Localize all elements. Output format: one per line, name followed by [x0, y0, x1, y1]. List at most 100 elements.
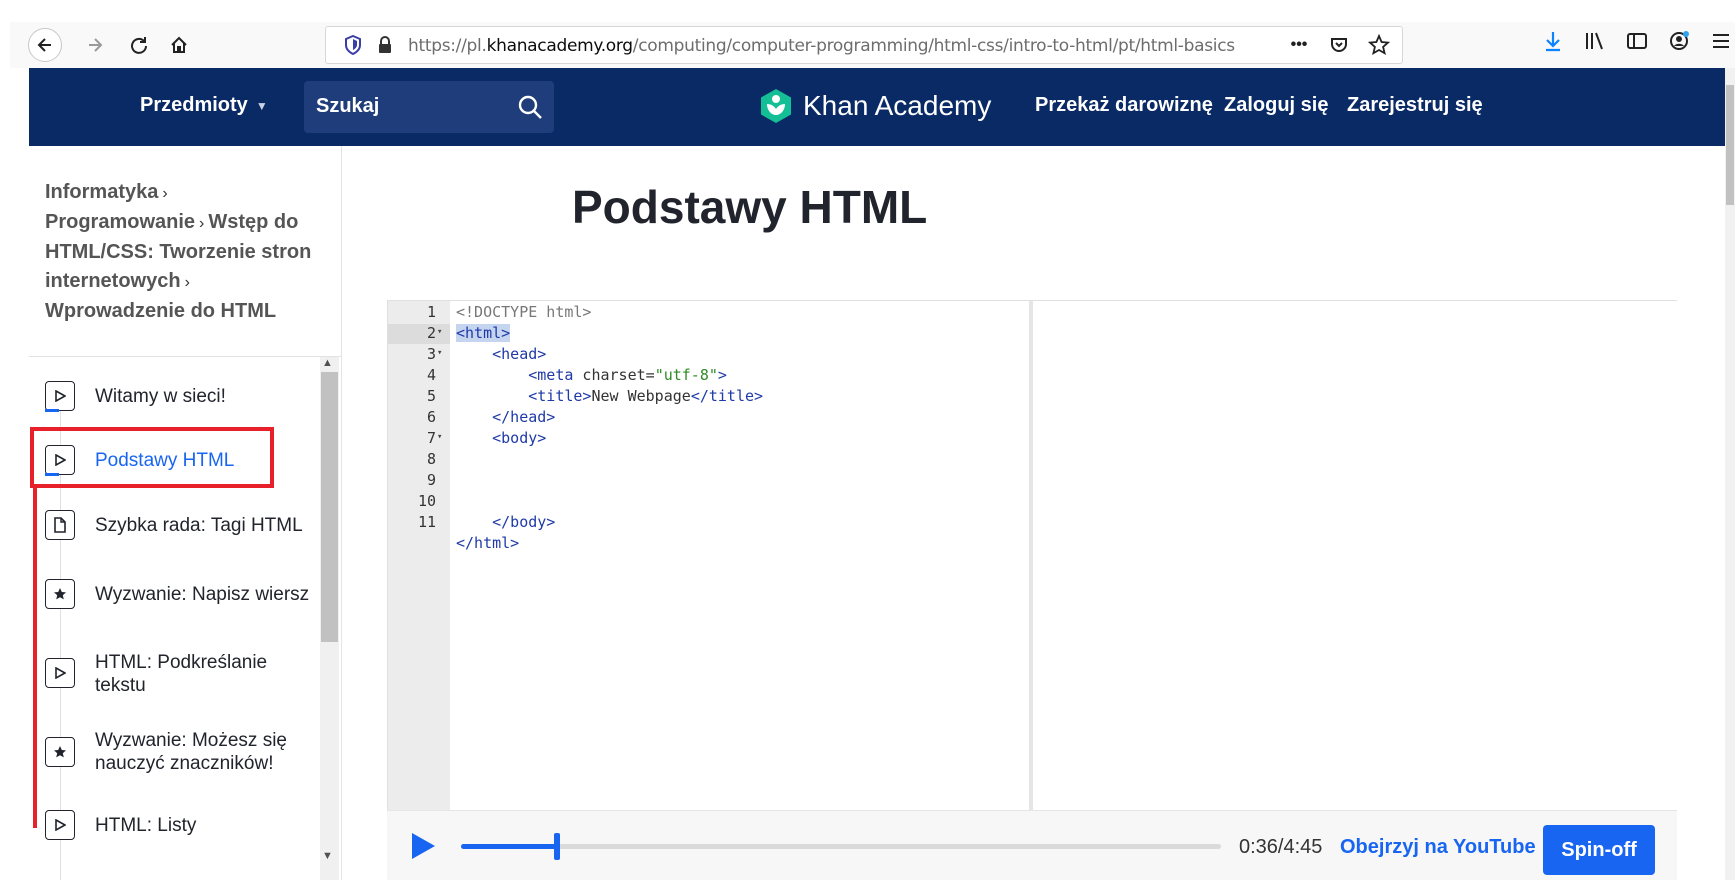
- talkthrough-player: 0:36/4:45 Obejrzyj na YouTube Spin-off: [387, 810, 1677, 880]
- library-icon[interactable]: [1582, 28, 1608, 54]
- chevron-right-icon: ›: [184, 274, 190, 291]
- lesson-label: Szybka rada: Tagi HTML: [95, 515, 303, 536]
- back-arrow-icon[interactable]: [28, 28, 62, 62]
- bookmark-star-icon[interactable]: [1366, 32, 1392, 58]
- address-bar[interactable]: https://pl.khanacademy.org/computing/com…: [325, 26, 1403, 64]
- code-editor[interactable]: <!DOCTYPE html> <html> <head> <meta char…: [450, 301, 1030, 811]
- playback-progress-fill: [461, 844, 557, 849]
- lesson-item[interactable]: HTML: Listy: [29, 791, 319, 861]
- line-number: 9: [426, 471, 436, 489]
- fold-arrow-icon[interactable]: ▾: [437, 327, 442, 337]
- line-number: 5: [426, 387, 436, 405]
- editor-gutter: 1 2 ▾ 3 ▾ 4 5 6 7 ▾ 8 9 10 11: [388, 301, 450, 811]
- chevron-right-icon: ›: [162, 185, 168, 202]
- annotation-line: [33, 488, 37, 828]
- sidebar-toggle-icon[interactable]: [1624, 28, 1650, 54]
- line-number: 3: [426, 345, 436, 363]
- code-line: <meta charset="utf-8">: [456, 366, 727, 384]
- search-box[interactable]: Szukaj: [304, 81, 554, 133]
- reload-icon[interactable]: [122, 28, 156, 62]
- play-button-icon[interactable]: [409, 831, 437, 861]
- search-placeholder: Szukaj: [316, 95, 380, 117]
- code-line: <body>: [456, 429, 547, 447]
- login-link[interactable]: Zaloguj się: [1224, 94, 1328, 117]
- play-icon: [45, 381, 75, 411]
- playback-progress-track[interactable]: [461, 833, 1221, 860]
- breadcrumb-item-programowanie[interactable]: Programowanie: [45, 211, 195, 233]
- breadcrumb-item-unit[interactable]: Wprowadzenie do HTML: [45, 300, 276, 322]
- playback-scrubber-handle[interactable]: [553, 833, 560, 860]
- scroll-up-arrow-icon[interactable]: ▲: [322, 357, 333, 369]
- line-number: 6: [426, 408, 436, 426]
- code-editor-area: 1 2 ▾ 3 ▾ 4 5 6 7 ▾ 8 9 10 11 <!DOCTYPE …: [387, 300, 1678, 811]
- search-icon[interactable]: [516, 93, 544, 121]
- lesson-item[interactable]: HTML: Podkreślanie tekstu: [29, 631, 319, 707]
- donate-link[interactable]: Przekaż darowiznę: [1035, 94, 1213, 117]
- spin-off-button[interactable]: Spin-off: [1543, 825, 1655, 875]
- fold-arrow-icon[interactable]: ▾: [437, 348, 442, 358]
- forward-arrow-icon[interactable]: [78, 28, 112, 62]
- line-number: 11: [417, 513, 436, 531]
- khan-academy-logo[interactable]: Khan Academy: [759, 88, 991, 124]
- logo-text: Khan Academy: [803, 90, 992, 121]
- page-scroll-thumb[interactable]: [1726, 85, 1734, 205]
- line-number: 7: [426, 429, 436, 447]
- line-number: 10: [417, 492, 436, 510]
- breadcrumb-item-informatyka[interactable]: Informatyka: [45, 181, 158, 203]
- page-title: Podstawy HTML: [572, 181, 928, 233]
- code-line: <html>: [456, 324, 511, 342]
- url-prefix: https://pl.: [408, 36, 487, 56]
- play-icon: [45, 658, 75, 688]
- lesson-label: HTML: Podkreślanie tekstu: [95, 652, 268, 696]
- lesson-item[interactable]: Szybka rada: Tagi HTML: [29, 491, 319, 561]
- lesson-item[interactable]: Wyzwanie: Możesz się nauczyć znaczników!: [29, 707, 319, 791]
- watch-on-youtube-link[interactable]: Obejrzyj na YouTube: [1340, 836, 1536, 859]
- screen: https://pl.khanacademy.org/computing/com…: [0, 0, 1735, 880]
- download-icon[interactable]: [1540, 28, 1566, 54]
- page-actions-icon[interactable]: •••: [1286, 32, 1312, 58]
- line-number: 4: [426, 366, 436, 384]
- url-domain: khanacademy.org: [486, 36, 634, 56]
- code-line: <head>: [456, 345, 547, 363]
- site-header: Przedmioty ▼ Szukaj Khan Academy Przekaż…: [29, 68, 1725, 146]
- home-icon[interactable]: [162, 28, 196, 62]
- lesson-label: Wyzwanie: Napisz wiersz: [95, 584, 310, 605]
- line-number: 2: [426, 324, 436, 342]
- signup-link[interactable]: Zarejestruj się: [1347, 94, 1483, 117]
- lesson-item[interactable]: Witamy w sieci!: [29, 357, 319, 427]
- breadcrumb: Informatyka › Programowanie › Wstęp do HTML…: [45, 178, 335, 326]
- annotation-highlight-box: [30, 427, 274, 488]
- lesson-progress-bar: [45, 409, 59, 412]
- hamburger-menu-icon[interactable]: [1708, 28, 1734, 54]
- fold-arrow-icon[interactable]: ▾: [437, 432, 442, 442]
- lock-icon[interactable]: [376, 35, 394, 55]
- line-number: 8: [426, 450, 436, 468]
- output-preview: [1033, 301, 1678, 811]
- lesson-sidebar: Informatyka › Programowanie › Wstęp do HTML…: [29, 146, 342, 880]
- lesson-item[interactable]: Wyzwanie: Napisz wiersz: [29, 561, 319, 631]
- subjects-label: Przedmioty: [140, 94, 248, 116]
- sidebar-scroll-thumb[interactable]: [321, 372, 338, 642]
- account-icon[interactable]: [1666, 28, 1692, 54]
- subjects-menu[interactable]: Przedmioty ▼: [140, 94, 268, 117]
- khan-logo-icon: [761, 89, 791, 123]
- code-line: <!DOCTYPE html>: [456, 303, 592, 321]
- code-line: <title>New Webpage</title>: [456, 387, 764, 405]
- tracking-shield-icon[interactable]: [344, 35, 362, 55]
- pocket-icon[interactable]: [1326, 32, 1352, 58]
- scroll-down-arrow-icon[interactable]: ▼: [322, 850, 333, 862]
- document-icon: [45, 510, 75, 540]
- lesson-label: HTML: Listy: [95, 815, 197, 836]
- chevron-right-icon: ›: [199, 215, 205, 232]
- url-text[interactable]: https://pl.khanacademy.org/computing/com…: [408, 36, 1235, 56]
- code-line: </html>: [456, 534, 520, 552]
- toolbar-right: [1540, 28, 1734, 54]
- lesson-label: Wyzwanie: Możesz się nauczyć znaczników!: [95, 730, 287, 774]
- url-path: /computing/computer-programming/html-css…: [632, 36, 1235, 56]
- selected-code: <html>: [456, 324, 511, 342]
- url-actions: •••: [1286, 32, 1392, 58]
- star-icon: [45, 579, 75, 609]
- chevron-down-icon: ▼: [255, 98, 268, 113]
- lesson-label: Witamy w sieci!: [95, 386, 226, 407]
- code-line: </head>: [456, 408, 556, 426]
